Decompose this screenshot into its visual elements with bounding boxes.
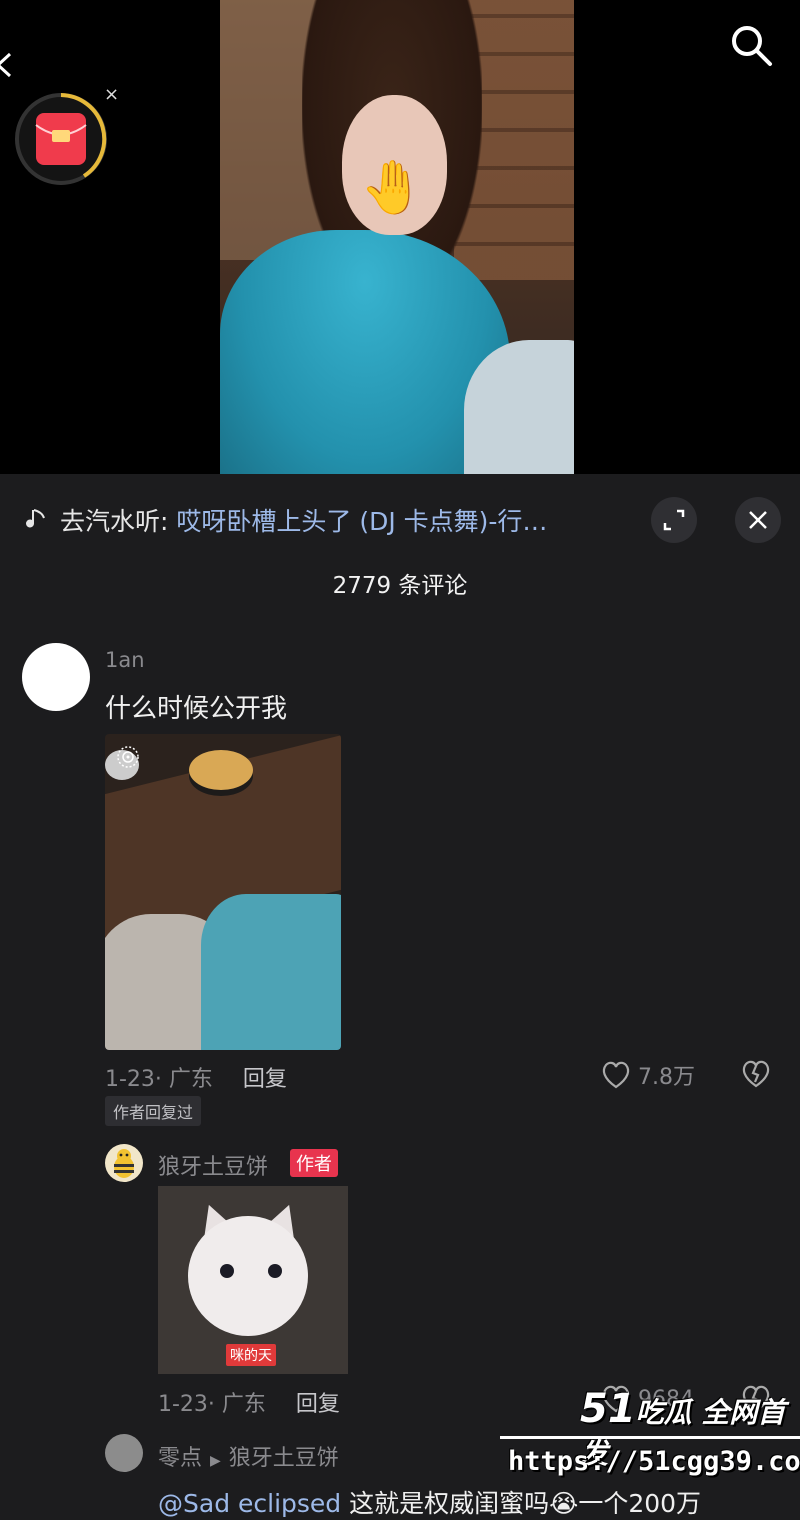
reply-arrow-icon: ▶ [210, 1453, 221, 1469]
expand-icon [663, 509, 685, 531]
close-comments-button[interactable] [735, 497, 781, 543]
live-photo-icon [117, 746, 139, 768]
author-tag: 作者 [290, 1149, 338, 1177]
arm-shape [201, 894, 341, 1050]
reply-button[interactable]: 回复 [243, 1067, 287, 1092]
comment-text: 什么时候公开我 [105, 694, 288, 724]
bee-avatar-icon [114, 1149, 134, 1178]
watermark-logo-number: 51 [580, 1386, 636, 1432]
reply-to-username[interactable]: 狼牙土豆饼 [229, 1446, 339, 1471]
bowl-shape [189, 750, 253, 790]
music-note-icon [26, 509, 45, 528]
reply-meta: 1-23· 广东 回复 [158, 1386, 340, 1418]
video-area[interactable]: 🤚 × [0, 0, 800, 474]
reply-username[interactable]: 狼牙土豆饼 [158, 1149, 268, 1181]
music-song-title[interactable]: 哎呀卧槽上头了 (DJ 卡点舞)-行… [176, 507, 547, 536]
watermark-divider [500, 1436, 800, 1439]
like-count: 7.8万 [638, 1065, 695, 1090]
music-link[interactable]: 去汽水听: 哎呀卧槽上头了 (DJ 卡点舞)-行… [60, 502, 620, 538]
comment-username[interactable]: 1an [105, 648, 145, 672]
image-caption: 咪的天 [226, 1344, 276, 1366]
avatar[interactable] [105, 1434, 143, 1472]
kitten-eye [220, 1264, 234, 1278]
broken-heart-icon[interactable] [740, 1058, 772, 1090]
mention-link[interactable]: @Sad eclipsed [158, 1489, 341, 1518]
expand-button[interactable] [651, 497, 697, 543]
comment-date-location: 1-23· 广东 [105, 1067, 213, 1092]
avatar[interactable] [22, 643, 90, 711]
reply-button[interactable]: 回复 [296, 1392, 340, 1417]
author-replied-badge: 作者回复过 [105, 1096, 202, 1126]
kitten-eye [268, 1264, 282, 1278]
red-envelope-icon[interactable] [14, 92, 108, 186]
back-icon[interactable] [0, 52, 18, 78]
watermark-url: https://51cgg39.com [508, 1446, 800, 1477]
like-button[interactable]: 7.8万 [600, 1059, 695, 1091]
sub-reply-body: 这就是权威闺蜜吗😭一个200万 [341, 1489, 702, 1518]
hand-emoji: 🤚 [360, 158, 425, 218]
heart-icon [602, 1061, 630, 1089]
music-source-label: 去汽水听: [60, 507, 169, 536]
video-frame[interactable]: 🤚 [220, 0, 574, 474]
comment-meta: 1-23· 广东 回复 [105, 1061, 287, 1093]
reply-chain: 零点 ▶ 狼牙土豆饼 [158, 1440, 339, 1472]
comment-photo[interactable] [105, 734, 341, 1050]
reply-photo[interactable]: 咪的天 [158, 1186, 348, 1374]
kitten-shape [188, 1216, 308, 1336]
sub-reply-username[interactable]: 零点 [158, 1446, 202, 1471]
search-icon[interactable] [728, 22, 774, 68]
comment-count: 2779 条评论 [332, 573, 468, 599]
avatar[interactable] [105, 1144, 143, 1182]
close-icon [749, 511, 767, 529]
reply-date-location: 1-23· 广东 [158, 1392, 266, 1417]
close-red-envelope-button[interactable]: × [104, 84, 119, 105]
sub-reply-text: @Sad eclipsed 这就是权威闺蜜吗😭一个200万 [158, 1484, 701, 1520]
